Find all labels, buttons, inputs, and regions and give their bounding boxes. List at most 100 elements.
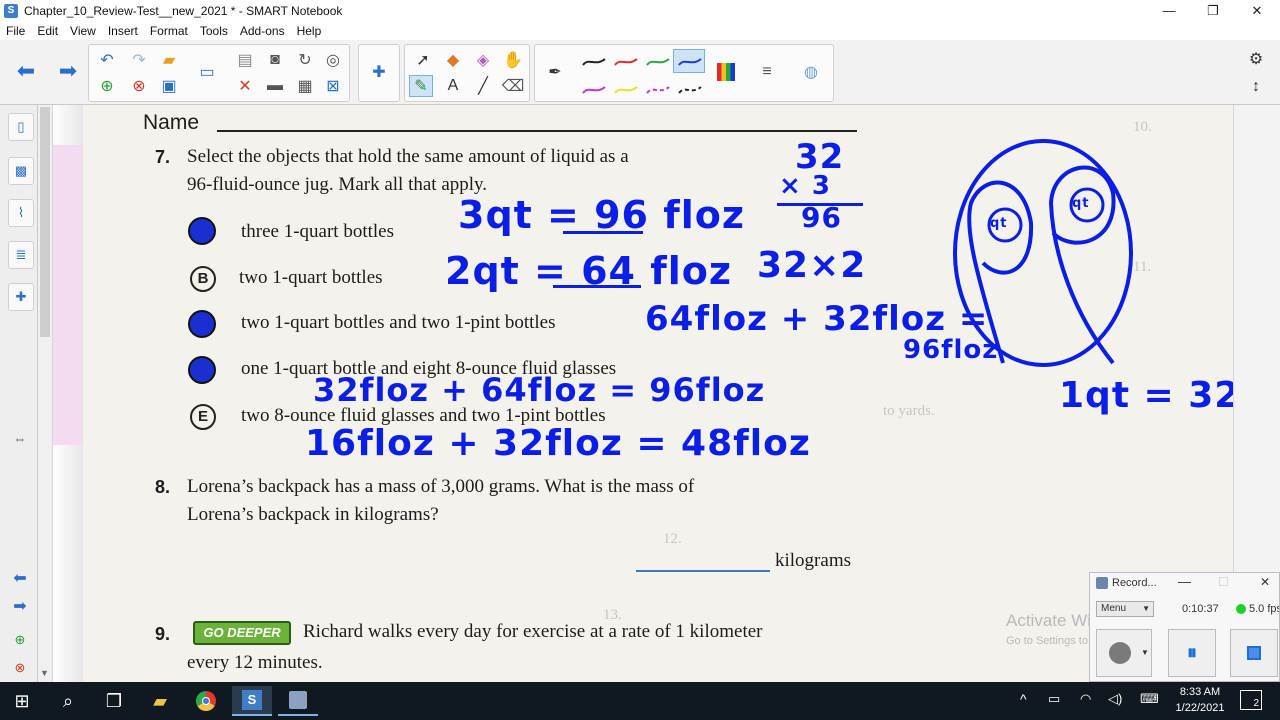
chrome-icon[interactable] xyxy=(186,686,226,716)
option-c-bubble-filled[interactable] xyxy=(188,310,216,338)
task-view-icon[interactable]: ❐ xyxy=(94,686,134,716)
previous-page-icon[interactable]: ⬅ xyxy=(8,567,32,589)
scrollbar-thumb[interactable] xyxy=(40,107,50,337)
battery-icon[interactable]: ▭ xyxy=(1048,691,1060,707)
addons-puzzle-icon[interactable]: ✚ xyxy=(367,61,391,83)
restore-button[interactable]: ❐ xyxy=(1190,0,1236,21)
option-d-bubble-filled[interactable] xyxy=(188,356,216,384)
eraser-icon[interactable]: ⌫ xyxy=(501,75,525,97)
screen-capture-icon[interactable]: ▭ xyxy=(195,61,219,83)
add-page-side-icon[interactable]: ⊕ xyxy=(8,629,32,651)
record-button[interactable]: ▼ xyxy=(1096,629,1152,677)
answer-line xyxy=(636,570,770,572)
file-explorer-icon[interactable]: ▰ xyxy=(140,686,180,716)
transparency-icon[interactable]: ◍ xyxy=(799,61,823,83)
color-palette-icon[interactable] xyxy=(717,63,735,81)
add-page-icon[interactable]: ⊕ xyxy=(95,75,119,97)
option-b-bubble[interactable]: B xyxy=(190,266,216,292)
page-sorter-icon[interactable]: ▯ xyxy=(8,113,34,141)
clock-date[interactable]: 1/22/2021 xyxy=(1170,702,1230,714)
keyboard-icon[interactable]: ⌨ xyxy=(1140,691,1159,707)
screen-shade-icon[interactable]: ▬ xyxy=(263,75,287,97)
wifi-icon[interactable]: ◠ xyxy=(1080,691,1091,707)
smart-notebook-taskbar-icon[interactable]: S xyxy=(232,686,272,716)
delete-icon[interactable]: ✕ xyxy=(233,75,257,97)
ink-line-3: 64floz + 32floz = xyxy=(645,299,989,339)
eraser-tool-icon[interactable]: ◈ xyxy=(471,49,495,71)
fullscreen-icon[interactable]: ⊠ xyxy=(321,75,345,97)
addons-tab-icon[interactable]: ✚ xyxy=(8,283,34,311)
show-hidden-icons-chevron-icon[interactable]: ^ xyxy=(1020,691,1027,707)
forward-arrow-icon[interactable]: ➡ xyxy=(56,58,80,83)
pause-button[interactable]: ⏸ xyxy=(1168,629,1216,677)
rotate-icon[interactable]: ↻ xyxy=(293,49,317,71)
next-page-icon[interactable]: ➡ xyxy=(8,595,32,617)
notebook-canvas[interactable]: 10. 11. to yards. 12. 13. Name 7. Select… xyxy=(53,105,1233,682)
recorder-menu-dropdown[interactable]: Menu ▼ xyxy=(1096,601,1154,617)
resize-sidebar-icon[interactable]: ⇔ xyxy=(8,427,32,449)
document-camera-icon[interactable]: ◎ xyxy=(321,49,345,71)
recorder-taskbar-icon[interactable] xyxy=(278,686,318,716)
close-button[interactable]: ✕ xyxy=(1234,0,1280,21)
menu-file[interactable]: File xyxy=(0,24,31,38)
gallery-icon[interactable]: ▩ xyxy=(8,157,34,185)
paste-icon[interactable]: ▤ xyxy=(233,49,257,71)
option-e-bubble[interactable]: E xyxy=(190,404,216,430)
scroll-down-icon[interactable]: ▼ xyxy=(40,668,49,678)
notification-center-icon[interactable]: 2 xyxy=(1240,690,1262,710)
save-icon[interactable]: ▣ xyxy=(157,75,181,97)
recorder-close-button[interactable]: ✕ xyxy=(1260,575,1270,589)
pen-dashed-magenta-icon[interactable] xyxy=(645,83,671,97)
pen-type-icon[interactable]: ✒ xyxy=(543,61,567,83)
pen-dashed-black-icon[interactable] xyxy=(677,83,703,97)
line-width-icon[interactable]: ≡ xyxy=(755,61,779,83)
question-8-number: 8. xyxy=(155,477,171,497)
recorder-minimize-button[interactable]: — xyxy=(1178,574,1191,589)
volume-icon[interactable]: ◁) xyxy=(1108,691,1122,707)
select-arrow-icon[interactable]: ➚ xyxy=(411,49,435,71)
pen-yellow-icon[interactable] xyxy=(613,83,639,97)
attachments-icon[interactable]: ⌇ xyxy=(8,199,34,227)
pen-magenta-icon[interactable] xyxy=(581,83,607,97)
title-bar: S Chapter_10_Review-Test__new_2021 * - S… xyxy=(0,0,1280,21)
magic-pen-icon[interactable]: ✋ xyxy=(501,49,525,71)
line-icon[interactable]: ╱ xyxy=(471,75,495,97)
move-toolbar-icon[interactable]: ↕ xyxy=(1244,76,1268,98)
option-a-text: three 1-quart bottles xyxy=(241,221,395,242)
menu-view[interactable]: View xyxy=(64,24,102,38)
pens-icon[interactable]: ✎ xyxy=(409,75,433,97)
stop-button[interactable] xyxy=(1230,629,1278,677)
shapes-icon[interactable]: ◆ xyxy=(441,49,465,71)
clock-time[interactable]: 8:33 AM xyxy=(1170,686,1230,698)
menu-format[interactable]: Format xyxy=(144,24,194,38)
pen-black-icon[interactable] xyxy=(581,55,607,69)
table-icon[interactable]: ▦ xyxy=(293,75,317,97)
pen-green-icon[interactable] xyxy=(645,55,671,69)
pen-blue-selected[interactable] xyxy=(673,49,705,73)
option-c-text: two 1-quart bottles and two 1-pint bottl… xyxy=(241,312,556,333)
properties-icon[interactable]: ≣ xyxy=(8,241,34,269)
redo-icon[interactable]: ↷ xyxy=(127,49,151,71)
question-7-line-2: 96-fluid-ounce jug. Mark all that apply. xyxy=(187,174,488,195)
minimize-button[interactable]: — xyxy=(1146,0,1192,21)
notification-count: 2 xyxy=(1253,698,1259,709)
settings-gear-icon[interactable]: ⚙ xyxy=(1244,48,1268,70)
menu-insert[interactable]: Insert xyxy=(102,24,144,38)
open-folder-icon[interactable]: ▰ xyxy=(157,49,181,71)
delete-page-side-icon[interactable]: ⊗ xyxy=(8,657,32,679)
option-a-bubble-filled[interactable] xyxy=(188,217,216,245)
back-arrow-icon[interactable]: ⬅ xyxy=(14,58,38,83)
undo-icon[interactable]: ↶ xyxy=(95,49,119,71)
screen-recorder-window: Record... — ☐ ✕ Menu ▼ 0:10:37 5.0 fps ▼… xyxy=(1089,572,1280,682)
windows-start-icon[interactable]: ⊞ xyxy=(2,686,42,716)
menu-tools[interactable]: Tools xyxy=(194,24,234,38)
sidebar-scrollbar[interactable]: ▼ xyxy=(38,105,53,682)
menu-addons[interactable]: Add-ons xyxy=(234,24,291,38)
menu-help[interactable]: Help xyxy=(291,24,328,38)
camera-icon[interactable]: ◙ xyxy=(263,49,287,71)
search-icon[interactable]: ⌕ xyxy=(48,686,88,716)
text-icon[interactable]: A xyxy=(441,75,465,97)
pen-red-icon[interactable] xyxy=(613,55,639,69)
delete-page-icon[interactable]: ⊗ xyxy=(127,75,151,97)
menu-edit[interactable]: Edit xyxy=(31,24,64,38)
